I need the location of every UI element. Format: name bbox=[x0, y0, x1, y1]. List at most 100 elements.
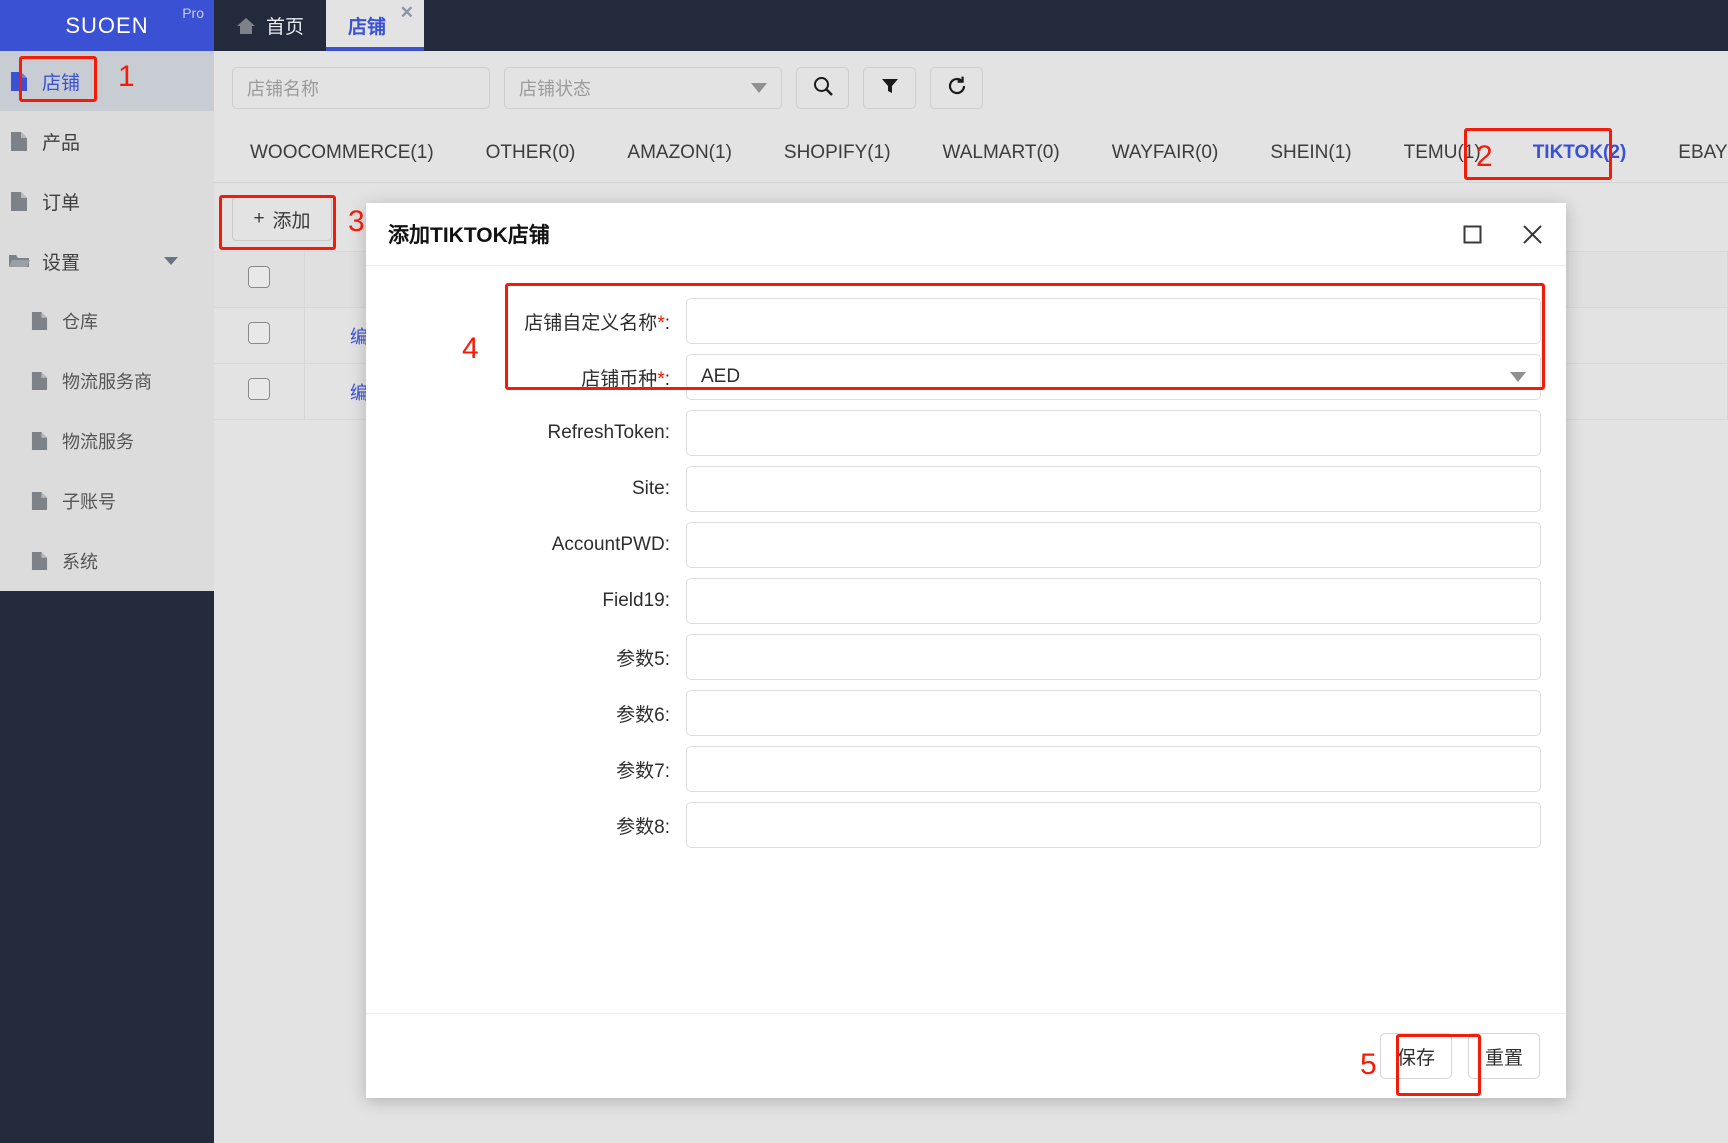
close-icon[interactable] bbox=[1521, 223, 1544, 246]
field19-input[interactable] bbox=[686, 578, 1541, 624]
field-label: 参数7: bbox=[616, 760, 670, 782]
platform-tab-woocommerce[interactable]: WOOCOMMERCE(1) bbox=[224, 123, 460, 182]
add-shop-dialog: 添加TIKTOK店铺 店铺自定义名称*: 店铺币种*: AED RefreshT… bbox=[366, 203, 1566, 1098]
field-row-site: Site: bbox=[366, 466, 1566, 512]
chevron-down-icon bbox=[1510, 372, 1526, 382]
field-label: 参数6: bbox=[616, 704, 670, 726]
window-tab-label: 店铺 bbox=[348, 17, 387, 38]
save-button[interactable]: 保存 bbox=[1379, 1033, 1452, 1079]
sidebar-item-orders[interactable]: 订单 bbox=[0, 171, 214, 231]
field-row-refreshtoken: RefreshToken: bbox=[366, 410, 1566, 456]
sidebar-item-warehouse[interactable]: 仓库 bbox=[0, 291, 214, 351]
field-label-text: 店铺币种 bbox=[581, 368, 658, 390]
sidebar-item-label: 产品 bbox=[42, 132, 81, 154]
param5-input[interactable] bbox=[686, 634, 1541, 680]
select-all-checkbox[interactable] bbox=[248, 266, 270, 288]
platform-tab-ebay[interactable]: EBAY bbox=[1652, 123, 1728, 182]
dialog-header: 添加TIKTOK店铺 bbox=[366, 203, 1566, 266]
page-icon bbox=[26, 551, 52, 571]
field-label: Site: bbox=[631, 478, 670, 499]
search-icon bbox=[812, 75, 834, 102]
row-checkbox[interactable] bbox=[248, 322, 270, 344]
add-button-label: 添加 bbox=[272, 210, 311, 232]
reset-button[interactable]: 重置 bbox=[1467, 1033, 1540, 1079]
annotation-number-3: 3 bbox=[348, 205, 365, 238]
sidebar-item-system[interactable]: 系统 bbox=[0, 531, 214, 591]
window-tab-bar: 首页 店铺 ✕ bbox=[214, 0, 1728, 51]
platform-tab-bar: WOOCOMMERCE(1) OTHER(0) AMAZON(1) SHOPIF… bbox=[214, 123, 1728, 183]
dialog-footer: 保存 重置 bbox=[366, 1013, 1566, 1098]
row-select-cell bbox=[214, 307, 305, 364]
brand-name: SUOEN bbox=[65, 12, 149, 38]
field-row-param7: 参数7: bbox=[366, 746, 1566, 792]
sidebar-item-settings[interactable]: 设置 bbox=[0, 231, 214, 291]
refreshtoken-input[interactable] bbox=[686, 410, 1541, 456]
chevron-down-icon[interactable] bbox=[164, 257, 178, 265]
param7-input[interactable] bbox=[686, 746, 1541, 792]
field-label-text: Field19 bbox=[602, 590, 665, 611]
param8-input[interactable] bbox=[686, 802, 1541, 848]
close-icon[interactable]: ✕ bbox=[400, 4, 414, 21]
sidebar-item-label: 物流服务 bbox=[62, 432, 134, 452]
field-row-currency: 店铺币种*: AED bbox=[366, 354, 1566, 400]
sidebar-item-subaccount[interactable]: 子账号 bbox=[0, 471, 214, 531]
status-select[interactable]: 店铺状态 bbox=[504, 67, 782, 109]
platform-tab-shopify[interactable]: SHOPIFY(1) bbox=[758, 123, 917, 182]
currency-select-value: AED bbox=[701, 366, 741, 387]
status-select-value: 店铺状态 bbox=[519, 79, 591, 99]
field-row-param8: 参数8: bbox=[366, 802, 1566, 848]
required-marker: * bbox=[657, 368, 665, 390]
accountpwd-input[interactable] bbox=[686, 522, 1541, 568]
sidebar-item-label: 子账号 bbox=[62, 492, 116, 512]
sidebar-item-label: 订单 bbox=[42, 192, 81, 214]
plus-icon: + bbox=[253, 208, 265, 229]
row-checkbox[interactable] bbox=[248, 378, 270, 400]
site-input[interactable] bbox=[686, 466, 1541, 512]
field-label: 店铺自定义名称*: bbox=[524, 312, 670, 334]
platform-tab-wayfair[interactable]: WAYFAIR(0) bbox=[1086, 123, 1245, 182]
platform-tab-amazon[interactable]: AMAZON(1) bbox=[601, 123, 758, 182]
field-label-text: 参数5 bbox=[616, 648, 665, 670]
row-select-cell bbox=[214, 363, 305, 420]
page-icon bbox=[26, 491, 52, 511]
chevron-down-icon bbox=[751, 83, 767, 93]
window-tab-shops[interactable]: 店铺 ✕ bbox=[326, 0, 425, 51]
sidebar-item-products[interactable]: 产品 bbox=[0, 111, 214, 171]
maximize-icon[interactable] bbox=[1462, 224, 1483, 245]
refresh-button[interactable] bbox=[930, 67, 983, 109]
platform-tab-tiktok[interactable]: TIKTOK(2) bbox=[1507, 123, 1653, 182]
window-tab-home[interactable]: 首页 bbox=[214, 0, 326, 51]
platform-tab-shein[interactable]: SHEIN(1) bbox=[1244, 123, 1377, 182]
sidebar-item-shops[interactable]: 店铺 bbox=[0, 51, 214, 111]
field-label: Field19: bbox=[602, 590, 670, 611]
refresh-icon bbox=[946, 75, 968, 102]
field-label: RefreshToken: bbox=[547, 422, 670, 443]
platform-tab-other[interactable]: OTHER(0) bbox=[460, 123, 602, 182]
field-label: 参数5: bbox=[616, 648, 670, 670]
sidebar-item-label: 物流服务商 bbox=[62, 372, 152, 392]
field-row-param5: 参数5: bbox=[366, 634, 1566, 680]
search-button[interactable] bbox=[796, 67, 849, 109]
field-label: 参数8: bbox=[616, 816, 670, 838]
field-label-text: 参数8 bbox=[616, 816, 665, 838]
sidebar-item-logistics-provider[interactable]: 物流服务商 bbox=[0, 351, 214, 411]
platform-tab-walmart[interactable]: WALMART(0) bbox=[917, 123, 1086, 182]
add-button[interactable]: + 添加 bbox=[232, 197, 332, 241]
sidebar-item-logistics-service[interactable]: 物流服务 bbox=[0, 411, 214, 471]
shop-name-input[interactable] bbox=[686, 298, 1541, 344]
field-label-text: 店铺自定义名称 bbox=[524, 312, 658, 334]
param6-input[interactable] bbox=[686, 690, 1541, 736]
filter-button[interactable] bbox=[863, 67, 916, 109]
sidebar-item-label: 仓库 bbox=[62, 312, 98, 332]
app-root: SUOEN Pro 店铺 产品 订单 设置 仓库 物流服务商 物流服务 子账号 … bbox=[0, 0, 1728, 1143]
page-icon bbox=[6, 131, 32, 152]
sidebar-item-label: 店铺 bbox=[42, 72, 81, 94]
search-input[interactable]: 店铺名称 bbox=[232, 67, 490, 109]
sidebar-menu: 店铺 产品 订单 设置 仓库 物流服务商 物流服务 子账号 系统 bbox=[0, 51, 214, 591]
select-all-header bbox=[214, 251, 305, 308]
field-label-text: AccountPWD bbox=[551, 534, 665, 555]
annotation-number-2: 2 bbox=[1476, 140, 1493, 173]
field-label: 店铺币种*: bbox=[581, 368, 670, 390]
field-row-field19: Field19: bbox=[366, 578, 1566, 624]
currency-select[interactable]: AED bbox=[686, 354, 1541, 400]
